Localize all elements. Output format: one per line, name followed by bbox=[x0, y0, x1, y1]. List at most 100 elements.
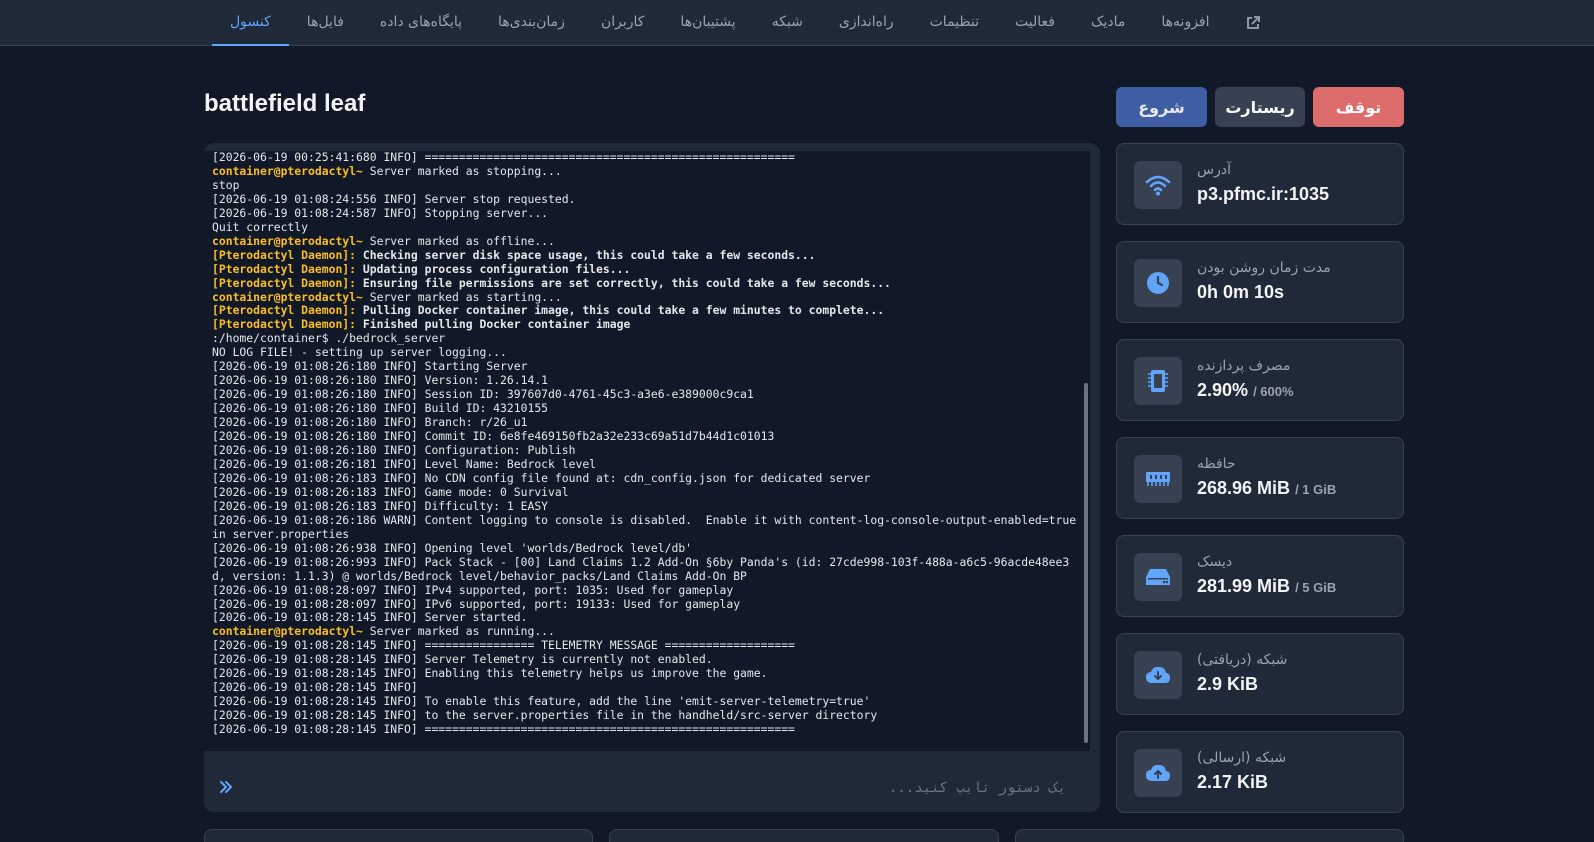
stop-button[interactable]: توقف bbox=[1313, 87, 1404, 127]
console-line-text: [2026-06-19 01:08:28:145 INFO] Server Te… bbox=[212, 652, 713, 667]
console-line: [2026-06-19 01:08:26:180 INFO] Version: … bbox=[212, 373, 1082, 388]
nav-tab-1[interactable]: فایل‌ها bbox=[289, 0, 362, 46]
console-line-text: [2026-06-19 01:08:26:180 INFO] Commit ID… bbox=[212, 429, 775, 444]
console-line: [2026-06-19 01:08:28:145 INFO] Enabling … bbox=[212, 666, 1082, 681]
console-line-text: [2026-06-19 01:08:26:180 INFO] Configura… bbox=[212, 443, 576, 458]
console-line-text: Server marked as starting... bbox=[362, 289, 562, 304]
console-line-text: NO LOG FILE! - setting up server logging… bbox=[212, 345, 507, 360]
console-line: stop bbox=[212, 178, 1082, 193]
stat-card-cloud-download: شبکه (دریافتی) 2.9 KiB bbox=[1116, 633, 1404, 715]
nav-tab-11[interactable]: افزونه‌ها bbox=[1143, 0, 1227, 46]
console-line: [2026-06-19 01:08:26:180 INFO] Commit ID… bbox=[212, 429, 1082, 444]
start-button[interactable]: شروع bbox=[1116, 87, 1207, 127]
stat-label: دیسک bbox=[1197, 554, 1233, 570]
stat-value-row: 281.99 MiB / 5 GiB bbox=[1197, 576, 1336, 597]
stat-limit: / 1 GiB bbox=[1295, 482, 1337, 497]
console-line: [2026-06-19 01:08:28:145 INFO] bbox=[212, 680, 1082, 695]
stat-card-memory: حافظه 268.96 MiB / 1 GiB bbox=[1116, 437, 1404, 519]
console-line: [2026-06-19 01:08:28:097 INFO] IPv4 supp… bbox=[212, 583, 1082, 598]
nav-tab-6[interactable]: شبکه bbox=[754, 0, 821, 46]
cpu-icon bbox=[1134, 357, 1182, 405]
stat-label: شبکه (ارسالی) bbox=[1197, 750, 1287, 766]
console-line: container@pterodactyl~ Server marked as … bbox=[212, 233, 1082, 249]
double-chevron-icon bbox=[218, 776, 238, 800]
console-line-text: [2026-06-19 01:08:26:183 INFO] No CDN co… bbox=[212, 470, 871, 485]
console-line: [2026-06-19 01:08:26:186 WARN] Content l… bbox=[212, 512, 1083, 542]
console-line-text: :/home/container$ ./bedrock_server bbox=[212, 331, 446, 346]
console-line-text: [2026-06-19 01:08:26:938 INFO] Opening l… bbox=[212, 540, 693, 555]
console-line: [2026-06-19 01:08:28:097 INFO] IPv6 supp… bbox=[212, 596, 1082, 612]
stat-limit: / 600% bbox=[1253, 384, 1294, 399]
stat-value-row: 268.96 MiB / 1 GiB bbox=[1197, 478, 1336, 499]
console-line: [2026-06-19 01:08:24:587 INFO] Stopping … bbox=[212, 206, 1082, 221]
console-line-text: [2026-06-19 01:08:28:145 INFO] to the se… bbox=[212, 708, 878, 723]
stat-value-row: 2.9 KiB bbox=[1197, 674, 1258, 695]
console-line-text: Server marked as running... bbox=[362, 624, 555, 639]
nav-tab-0[interactable]: کنسول bbox=[212, 0, 289, 46]
nav-tab-5[interactable]: پشتیبان‌ها bbox=[662, 0, 753, 46]
nav-tab-4[interactable]: کاربران bbox=[583, 0, 662, 46]
nav-tab-10[interactable]: مادیک bbox=[1073, 0, 1143, 46]
chart-panel-memory bbox=[609, 829, 999, 842]
console-output[interactable]: [2026-06-19 00:25:41:680 INFO] =========… bbox=[204, 151, 1090, 751]
chart-panel-network bbox=[1015, 829, 1404, 842]
console-line: [2026-06-19 01:08:26:183 INFO] No CDN co… bbox=[212, 470, 1082, 486]
console-line: [2026-06-19 01:08:28:145 INFO] =========… bbox=[212, 722, 1082, 737]
console-line: [2026-06-19 01:08:28:145 INFO] To enable… bbox=[212, 694, 1082, 709]
console-line-prefix: [Pterodactyl Daemon]: bbox=[212, 261, 357, 276]
console-line-text: [2026-06-19 00:25:41:680 INFO] =========… bbox=[212, 151, 795, 164]
nav-tab-9[interactable]: فعالیت bbox=[997, 0, 1073, 46]
console-line-text: [2026-06-19 01:08:26:183 INFO] Game mode… bbox=[212, 484, 569, 499]
console-line-text: [2026-06-19 01:08:26:181 INFO] Level Nam… bbox=[212, 456, 597, 471]
console-line: [2026-06-19 01:08:28:145 INFO] =========… bbox=[212, 638, 1082, 653]
console-panel: [2026-06-19 00:25:41:680 INFO] =========… bbox=[204, 143, 1100, 812]
console-line-text: [2026-06-19 01:08:28:145 INFO] =========… bbox=[212, 722, 795, 737]
console-line-text: [2026-06-19 01:08:28:145 INFO] To enable… bbox=[212, 694, 871, 709]
console-line: [2026-06-19 01:08:28:145 INFO] Server st… bbox=[212, 610, 1082, 625]
cloud-download-icon bbox=[1134, 651, 1182, 699]
console-line: [2026-06-19 01:08:26:180 INFO] Configura… bbox=[212, 443, 1082, 458]
nav-tab-7[interactable]: راه‌اندازی bbox=[821, 0, 912, 46]
stat-value: 2.17 KiB bbox=[1197, 772, 1269, 792]
console-line: [2026-06-19 01:08:26:180 INFO] Starting … bbox=[212, 359, 1082, 374]
stat-limit: / 5 GiB bbox=[1295, 580, 1337, 595]
nav-tab-8[interactable]: تنظیمات bbox=[912, 0, 997, 46]
nav-tab-3[interactable]: زمان‌بندی‌ها bbox=[480, 0, 583, 46]
stat-card-cpu: مصرف پردازنده 2.90% / 600% bbox=[1116, 339, 1404, 421]
console-line-text: Server marked as offline... bbox=[362, 233, 555, 248]
console-line: Quit correctly bbox=[212, 219, 1082, 235]
nav-tab-2[interactable]: پایگاه‌های داده bbox=[362, 0, 480, 46]
console-line: [2026-06-19 01:08:26:938 INFO] Opening l… bbox=[212, 540, 1082, 556]
restart-button[interactable]: ریستارت bbox=[1215, 87, 1305, 127]
console-line: [2026-06-19 00:25:41:680 INFO] =========… bbox=[212, 151, 1082, 165]
console-line-prefix: [Pterodactyl Daemon]: bbox=[212, 275, 357, 290]
console-line: [2026-06-19 01:08:28:145 INFO] to the se… bbox=[212, 708, 1082, 723]
console-line-text: [2026-06-19 01:08:28:097 INFO] IPv6 supp… bbox=[212, 596, 741, 611]
console-scrollbar-thumb[interactable] bbox=[1084, 383, 1088, 743]
stat-card-disk: دیسک 281.99 MiB / 5 GiB bbox=[1116, 535, 1404, 617]
console-line: [Pterodactyl Daemon]: Ensuring file perm… bbox=[212, 275, 1082, 291]
console-line-text: Pulling Docker container image, this cou… bbox=[356, 303, 885, 318]
console-line: [2026-06-19 01:08:26:183 INFO] Difficult… bbox=[212, 499, 1082, 514]
console-line: [2026-06-19 01:08:26:183 INFO] Game mode… bbox=[212, 484, 1082, 500]
console-line-text: [2026-06-19 01:08:26:180 INFO] Starting … bbox=[212, 359, 528, 374]
console-line-text: Quit correctly bbox=[212, 219, 309, 234]
console-line-prefix: container@pterodactyl~ bbox=[212, 289, 363, 304]
console-line-text: [2026-06-19 01:08:26:186 WARN] Content l… bbox=[212, 512, 1083, 541]
console-line-prefix: [Pterodactyl Daemon]: bbox=[212, 317, 357, 332]
server-title: battlefield leaf bbox=[204, 90, 366, 117]
console-line-text: [2026-06-19 01:08:24:556 INFO] Server st… bbox=[212, 191, 576, 206]
console-line: container@pterodactyl~ Server marked as … bbox=[212, 164, 1082, 179]
console-line: :/home/container$ ./bedrock_server bbox=[212, 331, 1082, 346]
console-line: [2026-06-19 01:08:28:145 INFO] Server Te… bbox=[212, 652, 1082, 667]
console-line: [2026-06-19 01:08:26:180 INFO] Session I… bbox=[212, 387, 1082, 402]
console-line-text: [2026-06-19 01:08:28:145 INFO] Enabling … bbox=[212, 666, 768, 681]
stat-value-row: 0h 0m 10s bbox=[1197, 282, 1284, 303]
console-line-prefix: [Pterodactyl Daemon]: bbox=[212, 303, 357, 318]
command-input[interactable] bbox=[246, 779, 1066, 796]
clock-icon bbox=[1134, 259, 1182, 307]
console-line: [2026-06-19 01:08:26:993 INFO] Pack Stac… bbox=[212, 555, 1082, 584]
console-line-text: [2026-06-19 01:08:28:145 INFO] bbox=[212, 680, 418, 695]
console-line: [2026-06-19 01:08:24:556 INFO] Server st… bbox=[212, 191, 1082, 207]
external-link-icon[interactable] bbox=[1228, 0, 1278, 46]
